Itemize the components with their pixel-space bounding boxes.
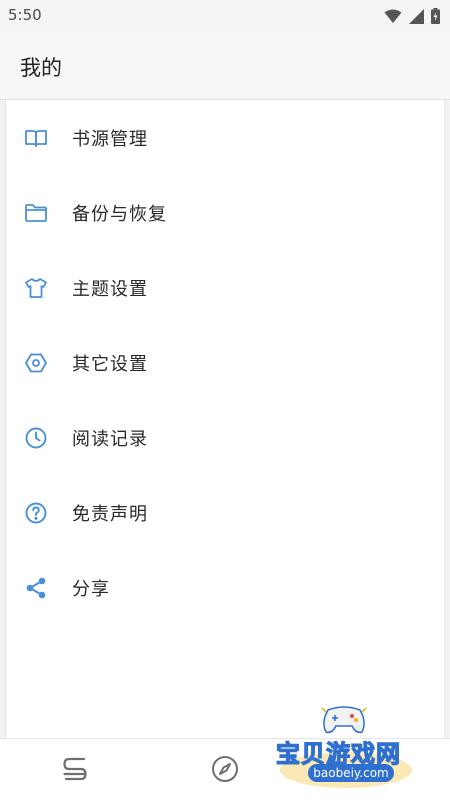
menu-item-book-sources[interactable]: 书源管理 [6, 100, 446, 175]
share-icon [23, 575, 49, 601]
menu-item-reading-history[interactable]: 阅读记录 [6, 400, 446, 475]
menu-item-label: 阅读记录 [72, 428, 148, 450]
signal-icon [409, 8, 424, 28]
menu-item-disclaimer[interactable]: 免责声明 [6, 475, 446, 550]
menu-item-share[interactable]: 分享 [6, 550, 446, 625]
status-bar: 5:50 [0, 0, 450, 32]
app-bar: 我的 [0, 32, 450, 100]
compass-icon [210, 754, 240, 788]
bookshelf-icon [60, 754, 90, 788]
clock-icon [23, 425, 49, 451]
page-title: 我的 [20, 56, 62, 80]
help-circle-icon [23, 500, 49, 526]
hexagon-settings-icon [23, 350, 49, 376]
menu-card: 书源管理 备份与恢复 主题设置 其它设置 阅读记录 免责声明 分享 [5, 100, 445, 738]
menu-item-label: 书源管理 [72, 128, 148, 150]
folder-icon [23, 200, 49, 226]
watermark-logo: 宝贝游戏网 baobeiy.com [272, 700, 422, 790]
battery-icon [431, 8, 440, 28]
nav-bookshelf[interactable] [57, 753, 93, 789]
status-time: 5:50 [8, 6, 42, 24]
book-open-icon [23, 125, 49, 151]
menu-item-label: 免责声明 [72, 503, 148, 525]
watermark-url: baobeiy.com [308, 764, 394, 782]
nav-explore[interactable] [207, 753, 243, 789]
status-icons [384, 8, 440, 28]
menu-item-theme-settings[interactable]: 主题设置 [6, 250, 446, 325]
tshirt-icon [23, 275, 49, 301]
menu-item-label: 备份与恢复 [72, 203, 167, 225]
menu-item-label: 其它设置 [72, 353, 148, 375]
wifi-icon [384, 9, 402, 28]
menu-item-other-settings[interactable]: 其它设置 [6, 325, 446, 400]
menu-item-label: 主题设置 [72, 278, 148, 300]
menu-item-label: 分享 [72, 578, 110, 600]
menu-item-backup-restore[interactable]: 备份与恢复 [6, 175, 446, 250]
